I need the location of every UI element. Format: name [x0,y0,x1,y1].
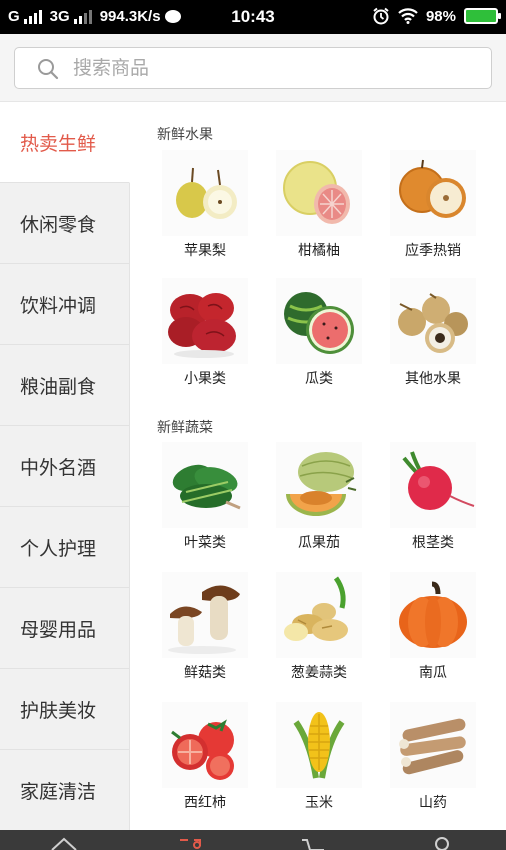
longan-icon [390,278,476,364]
product-pear[interactable]: 苹果梨 [151,150,259,260]
product-label: 根茎类 [412,535,454,551]
sidebar-item-cleaning[interactable]: 家庭清洁 [0,750,129,831]
status-bar: G 3G 994.3K/s 10:43 98% [0,0,506,34]
bottom-nav [0,830,506,850]
category-icon[interactable] [176,836,204,850]
corn-icon [276,702,362,788]
sidebar-item-drinks[interactable]: 饮料冲调 [0,264,129,345]
user-icon[interactable] [428,836,456,850]
sidebar-item-label: 热卖生鲜 [20,132,97,155]
product-label: 瓜类 [305,371,333,387]
product-longan[interactable]: 其他水果 [379,278,487,388]
product-label: 应季热销 [405,243,461,259]
product-label: 玉米 [305,795,333,811]
product-watermelon[interactable]: 瓜类 [265,278,373,388]
cart-icon[interactable] [300,836,328,850]
product-onion-ginger[interactable]: 葱姜蒜类 [265,572,373,682]
battery-label: 98% [425,7,456,25]
product-label: 瓜果茄 [298,535,340,551]
product-grid: 新鲜水果 苹果梨 柑橘柚 应季热销 小果类 瓜类 其他水果 新鲜蔬菜 叶菜类 瓜… [130,102,506,830]
mushroom-icon [162,572,248,658]
product-label: 柑橘柚 [298,243,340,259]
pomelo-icon [276,150,362,236]
section-title-vegetables: 新鲜蔬菜 [157,420,213,436]
sidebar-item-label: 护肤美妆 [20,699,97,722]
product-melon[interactable]: 瓜果茄 [265,442,373,552]
section-title-fruits: 新鲜水果 [157,127,213,143]
product-pumpkin[interactable]: 南瓜 [379,572,487,682]
product-yam[interactable]: 山药 [379,702,487,812]
sidebar-item-label: 饮料冲调 [20,294,97,317]
search-bar [0,34,506,102]
alarm-icon [373,7,389,25]
product-mushroom[interactable]: 鲜菇类 [151,572,259,682]
jujube-icon [162,278,248,364]
product-label: 其他水果 [405,371,461,387]
pumpkin-icon [390,572,476,658]
pear-icon [162,150,248,236]
product-root[interactable]: 根茎类 [379,442,487,552]
product-label: 南瓜 [419,665,447,681]
product-jujube[interactable]: 小果类 [151,278,259,388]
ginger-icon [276,572,362,658]
sidebar-item-label: 家庭清洁 [20,780,97,803]
search-icon [38,59,59,80]
search-box[interactable] [14,47,492,89]
product-tomato[interactable]: 西红柿 [151,702,259,812]
wifi-icon [398,8,418,24]
tomato-icon [162,702,248,788]
spinach-icon [162,442,248,528]
asian-pear-icon [390,150,476,236]
product-label: 叶菜类 [184,535,226,551]
yam-icon [390,702,476,788]
sidebar-item-personal-care[interactable]: 个人护理 [0,507,129,588]
product-label: 苹果梨 [184,243,226,259]
sidebar-item-snacks[interactable]: 休闲零食 [0,183,129,264]
sidebar-item-label: 母婴用品 [20,618,97,641]
sidebar-item-liquor[interactable]: 中外名酒 [0,426,129,507]
radish-icon [390,442,476,528]
sidebar-item-label: 个人护理 [20,537,97,560]
status-right: 98% [372,7,501,25]
product-label: 小果类 [184,371,226,387]
sidebar-item-baby[interactable]: 母婴用品 [0,588,129,669]
category-sidebar: 热卖生鲜 休闲零食 饮料冲调 粮油副食 中外名酒 个人护理 母婴用品 护肤美妆 … [0,102,130,831]
home-icon[interactable] [50,836,78,850]
product-label: 西红柿 [184,795,226,811]
product-label: 鲜菇类 [184,665,226,681]
product-leafy[interactable]: 叶菜类 [151,442,259,552]
product-pomelo[interactable]: 柑橘柚 [265,150,373,260]
product-corn[interactable]: 玉米 [265,702,373,812]
watermelon-icon [276,278,362,364]
product-asian-pear[interactable]: 应季热销 [379,150,487,260]
sidebar-item-label: 休闲零食 [20,213,97,236]
sidebar-item-skincare[interactable]: 护肤美妆 [0,669,129,750]
product-label: 葱姜蒜类 [291,665,347,681]
battery-icon [464,8,501,24]
melon-icon [276,442,362,528]
sidebar-item-hot-fresh[interactable]: 热卖生鲜 [0,102,130,183]
search-input[interactable] [73,54,473,82]
product-label: 山药 [419,795,447,811]
sidebar-item-label: 中外名酒 [20,456,97,479]
sidebar-item-grain-oil[interactable]: 粮油副食 [0,345,129,426]
sidebar-item-label: 粮油副食 [20,375,97,398]
